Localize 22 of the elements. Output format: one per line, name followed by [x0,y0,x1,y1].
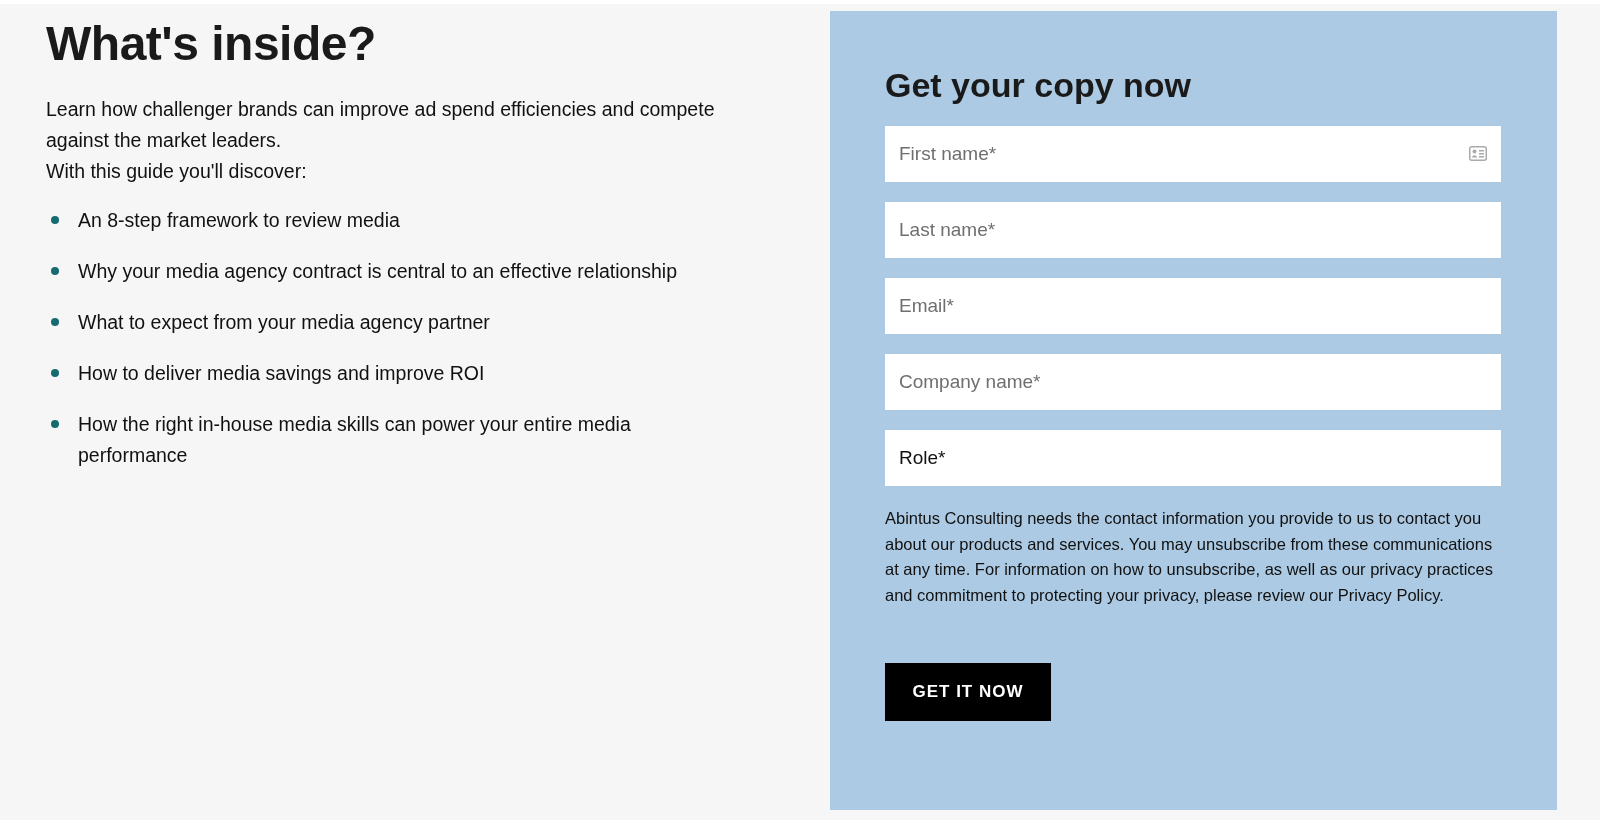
bullet-text: Why your media agency contract is central to an effective relationship [78,259,678,284]
contact-card-icon[interactable] [1469,146,1487,161]
intro-paragraph: Learn how challenger brands can improve ad spend efficiencies and compete against the market leaders. [46,97,716,153]
bullet-text: What to expect from your media agency partner [78,310,490,335]
select-field[interactable]: Role* [885,430,1501,486]
submit-button[interactable]: GET IT NOW [885,663,1051,721]
bullet-text: An 8-step framework to review media [78,208,400,233]
input-field[interactable]: Last name* [885,202,1501,258]
bullet-text: How the right in-house media skills can power your entire media performance [78,412,632,468]
input-field[interactable]: Company name* [885,354,1501,410]
bullet-icon [51,420,59,428]
input-field[interactable]: First name* [885,126,1501,182]
section-heading: What's inside? [46,16,377,72]
bullet-icon [51,267,59,275]
intro-paragraph: With this guide you'll discover: [46,159,308,184]
form-heading: Get your copy now [885,65,1193,106]
bullet-icon [51,369,59,377]
consent-text: Abintus Consulting needs the contact information you provide to us to contact you about our products and services. You may unsubscribe from these communications at any time. For information on how to unsubscribe, as well as our privacy practices and commitment to protecting your privacy, please review our Privacy Policy. [885,508,1495,606]
bullet-text: How to deliver media savings and improve ROI [78,361,485,386]
bullet-icon [51,318,59,326]
input-field[interactable]: Email* [885,278,1501,334]
bullet-icon [51,216,59,224]
